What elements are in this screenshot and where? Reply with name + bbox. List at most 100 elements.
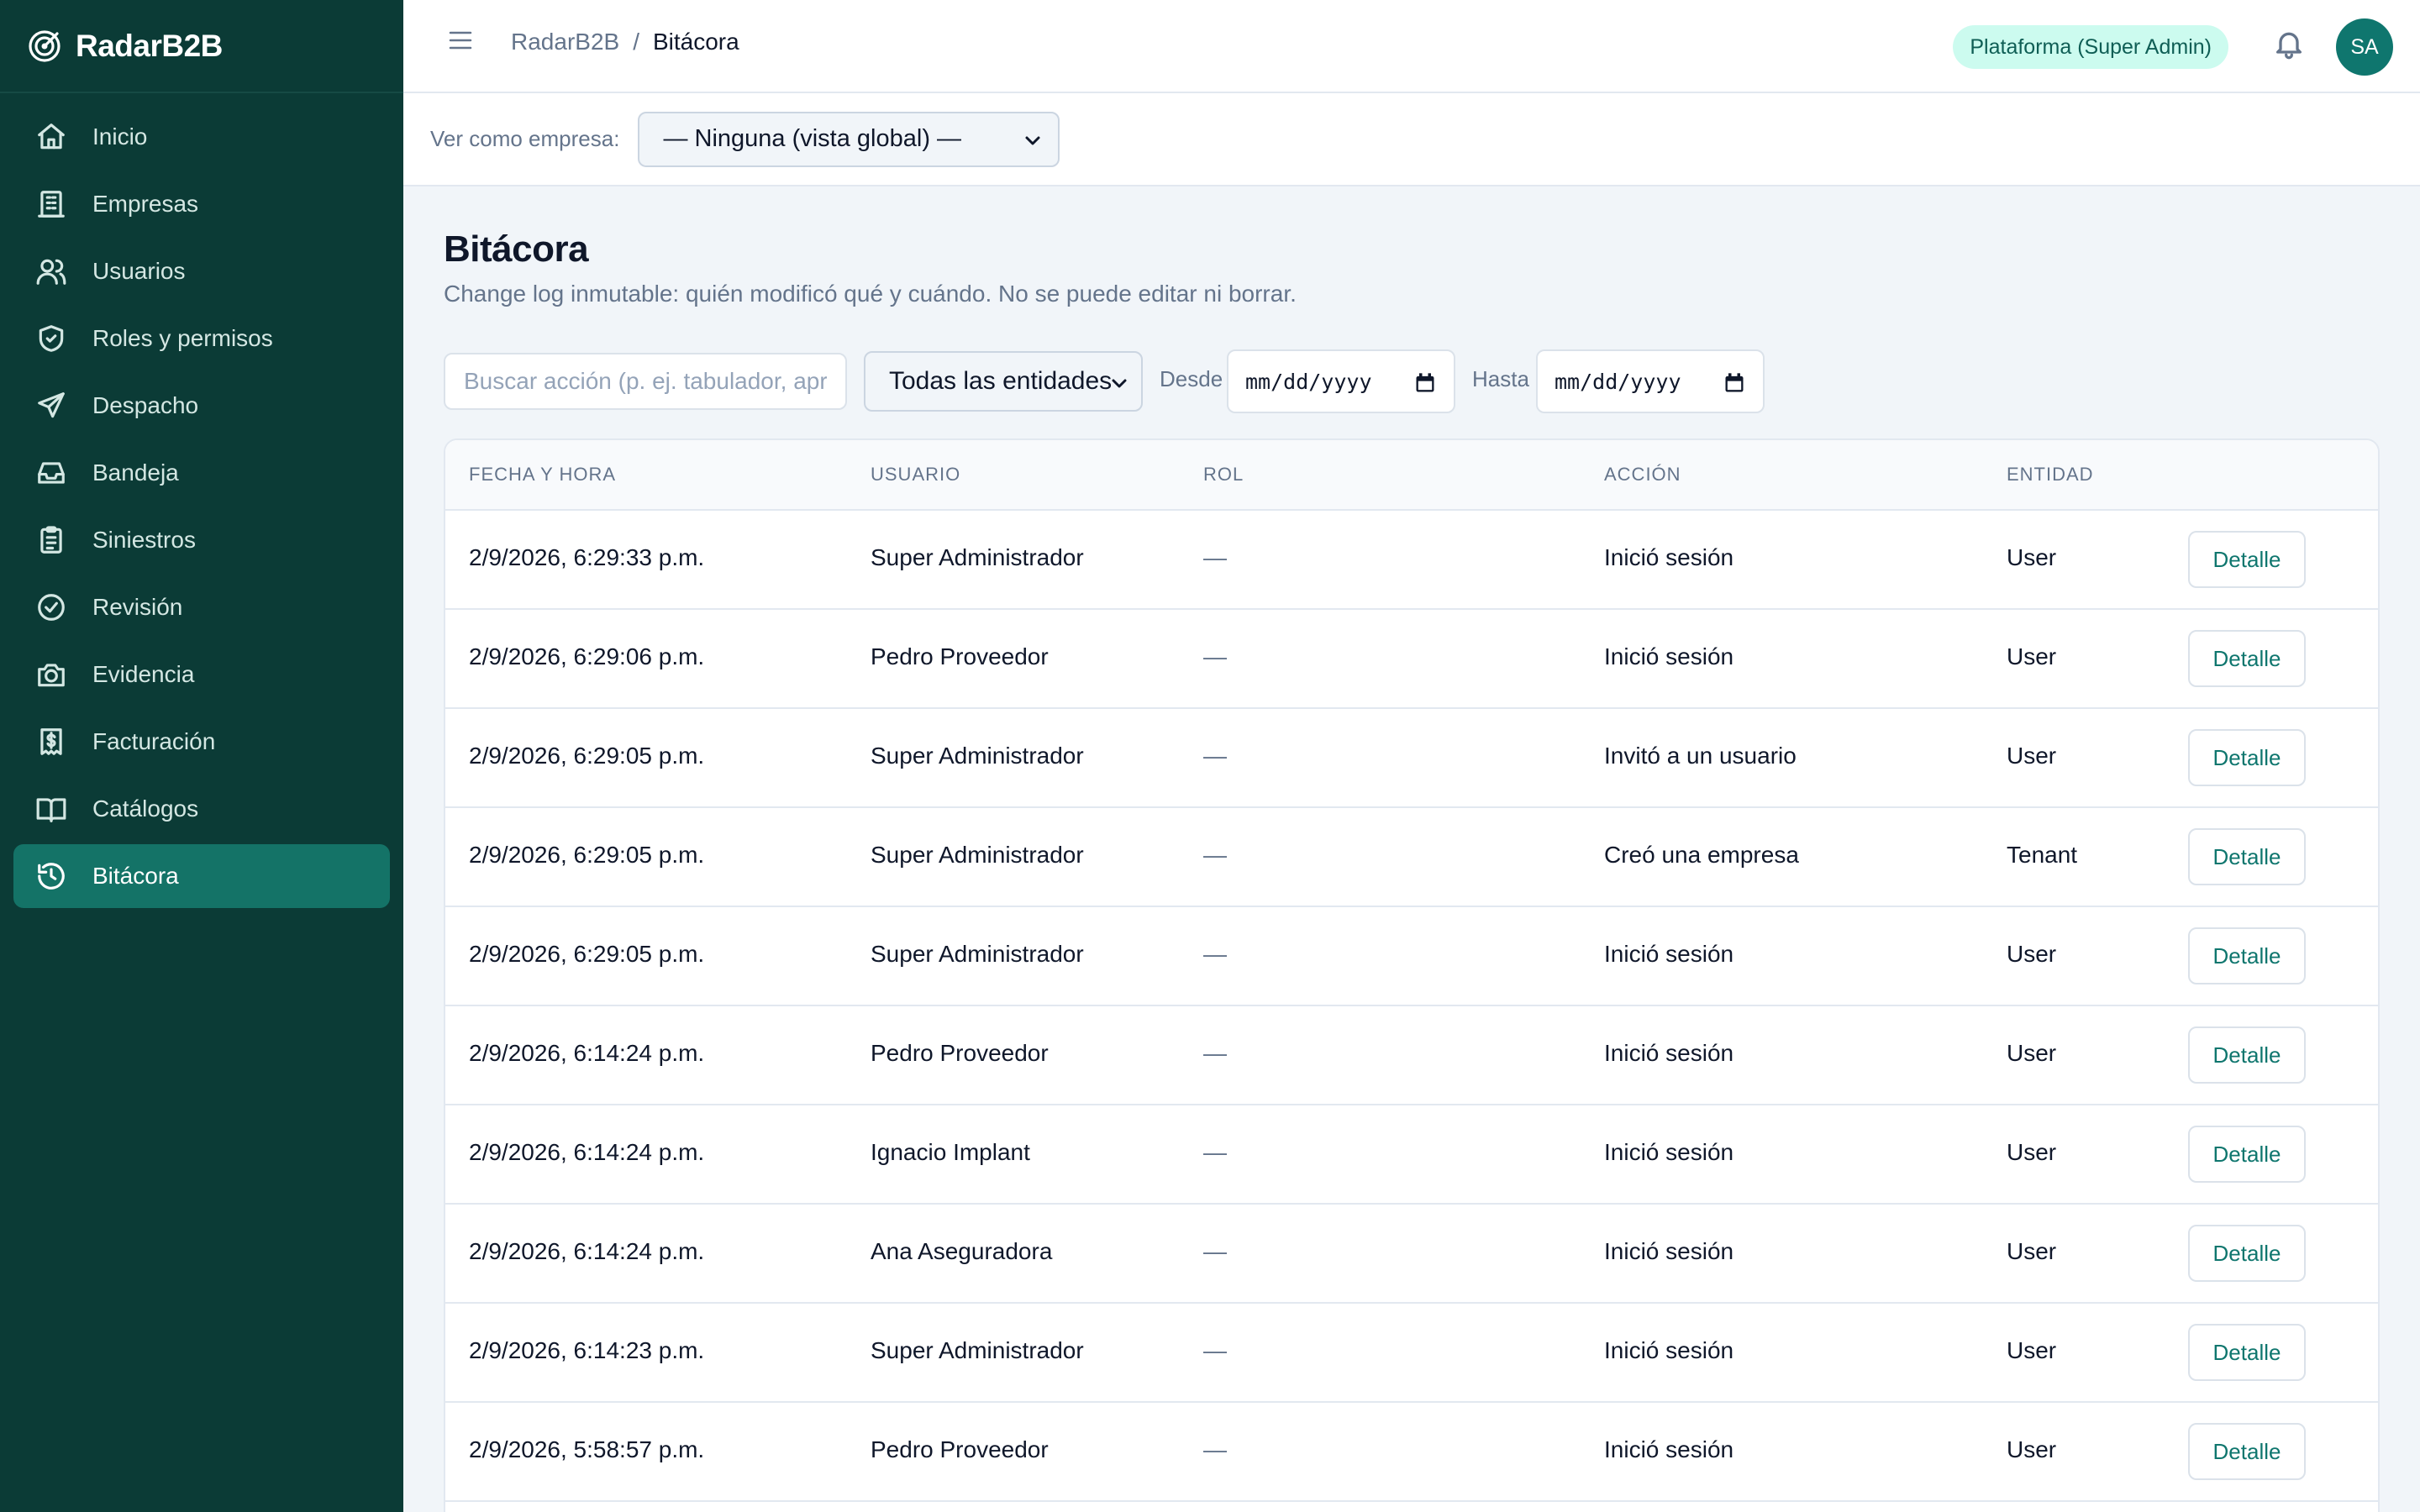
table-row: 2/9/2026, 6:29:05 p.m. Super Administrad… bbox=[445, 709, 2378, 808]
sidebar-item-label: Evidencia bbox=[92, 661, 195, 687]
sidebar-item-label: Revisión bbox=[92, 594, 183, 620]
cell-action: Inició sesión bbox=[1604, 1139, 1734, 1165]
cell-role: — bbox=[1203, 1337, 1227, 1363]
menu-toggle-button[interactable] bbox=[435, 15, 486, 66]
cell-action: Inició sesión bbox=[1604, 941, 1734, 967]
sidebar-item-label: Bandeja bbox=[92, 459, 179, 486]
chevron-down-icon bbox=[1025, 136, 1040, 144]
detail-button[interactable]: Detalle bbox=[2188, 531, 2306, 588]
detail-button[interactable]: Detalle bbox=[2188, 1423, 2306, 1480]
cell-user: Super Administrador bbox=[871, 842, 1084, 868]
cell-user: Pedro Proveedor bbox=[871, 1040, 1049, 1066]
sidebar-item-label: Catálogos bbox=[92, 795, 199, 822]
cell-action: Inició sesión bbox=[1604, 643, 1734, 669]
cell-entity: User bbox=[2007, 544, 2057, 570]
column-header-datetime[interactable]: FECHA Y HORA bbox=[469, 464, 616, 486]
calendar-icon[interactable] bbox=[1723, 371, 1746, 395]
entity-filter-value: Todas las entidades bbox=[889, 367, 1113, 395]
sidebar-item-label: Roles y permisos bbox=[92, 325, 273, 351]
sidebar-item-label: Facturación bbox=[92, 728, 216, 754]
cell-entity: User bbox=[2007, 1436, 2057, 1462]
cell-action: Creó una empresa bbox=[1604, 842, 1799, 868]
cell-entity: Tenant bbox=[2007, 842, 2078, 868]
filters-bar: Todas las entidades Desde mm/dd/yyyy Has… bbox=[444, 349, 1872, 413]
brand[interactable]: RadarB2B bbox=[0, 0, 403, 93]
cell-role: — bbox=[1203, 743, 1227, 769]
column-header-action[interactable]: ACCIÓN bbox=[1604, 464, 1681, 486]
cell-entity: User bbox=[2007, 1139, 2057, 1165]
cell-action: Inició sesión bbox=[1604, 1436, 1734, 1462]
sidebar-item-usuarios[interactable]: Usuarios bbox=[13, 239, 390, 303]
sidebar-item-facturacion[interactable]: Facturación bbox=[13, 710, 390, 774]
table-row: 2/9/2026, 6:14:24 p.m. Ignacio Implant —… bbox=[445, 1105, 2378, 1205]
cell-datetime: 2/9/2026, 6:29:06 p.m. bbox=[469, 643, 705, 669]
detail-button[interactable]: Detalle bbox=[2188, 927, 2306, 984]
detail-button[interactable]: Detalle bbox=[2188, 1126, 2306, 1183]
page-subtitle: Change log inmutable: quién modificó qué… bbox=[444, 281, 1297, 307]
cell-entity: User bbox=[2007, 743, 2057, 769]
cell-action: Inició sesión bbox=[1604, 1040, 1734, 1066]
company-select[interactable]: — Ninguna (vista global) — bbox=[638, 111, 1060, 167]
home-icon bbox=[35, 121, 67, 153]
notifications-button[interactable] bbox=[2272, 27, 2309, 64]
cell-datetime: 2/9/2026, 6:29:33 p.m. bbox=[469, 544, 705, 570]
company-select-label: Ver como empresa: bbox=[430, 126, 620, 151]
detail-button[interactable]: Detalle bbox=[2188, 630, 2306, 687]
sidebar-item-bandeja[interactable]: Bandeja bbox=[13, 441, 390, 505]
table-row: 2/9/2026, 5:58:57 p.m. Pedro Proveedor —… bbox=[445, 1403, 2378, 1502]
column-header-entity[interactable]: ENTIDAD bbox=[2007, 464, 2094, 486]
calendar-icon[interactable] bbox=[1413, 371, 1437, 395]
breadcrumb-root-link[interactable]: RadarB2B bbox=[511, 29, 619, 55]
table-row: 2/9/2026, 6:14:24 p.m. Pedro Proveedor —… bbox=[445, 1006, 2378, 1105]
cell-entity: User bbox=[2007, 941, 2057, 967]
detail-button[interactable]: Detalle bbox=[2188, 1324, 2306, 1381]
bell-icon bbox=[2276, 32, 2302, 60]
detail-button[interactable]: Detalle bbox=[2188, 729, 2306, 786]
camera-icon bbox=[35, 659, 67, 690]
cell-role: — bbox=[1203, 1238, 1227, 1264]
sidebar-item-roles[interactable]: Roles y permisos bbox=[13, 307, 390, 370]
from-date-label: Desde bbox=[1160, 366, 1223, 391]
column-header-user[interactable]: USUARIO bbox=[871, 464, 960, 486]
table-row: 2/9/2026, 6:29:33 p.m. Super Administrad… bbox=[445, 511, 2378, 610]
sidebar-item-despacho[interactable]: Despacho bbox=[13, 374, 390, 438]
cell-role: — bbox=[1203, 1040, 1227, 1066]
sidebar-item-revision[interactable]: Revisión bbox=[13, 575, 390, 639]
user-avatar[interactable]: SA bbox=[2336, 18, 2393, 76]
breadcrumb-current: Bitácora bbox=[652, 29, 739, 55]
chevron-down-icon bbox=[1112, 379, 1127, 388]
cell-datetime: 2/9/2026, 6:14:24 p.m. bbox=[469, 1139, 705, 1165]
sidebar-item-empresas[interactable]: Empresas bbox=[13, 172, 390, 236]
table-row: 2/9/2026, 6:29:05 p.m. Super Administrad… bbox=[445, 808, 2378, 907]
cell-user: Super Administrador bbox=[871, 544, 1084, 570]
users-icon bbox=[35, 255, 67, 287]
detail-button[interactable]: Detalle bbox=[2188, 1225, 2306, 1282]
book-open-icon bbox=[35, 793, 67, 825]
cell-role: — bbox=[1203, 643, 1227, 669]
sidebar-item-evidencia[interactable]: Evidencia bbox=[13, 643, 390, 706]
from-date-input[interactable]: mm/dd/yyyy bbox=[1227, 349, 1455, 413]
sidebar-item-siniestros[interactable]: Siniestros bbox=[13, 508, 390, 572]
table-header: FECHA Y HORA USUARIO ROL ACCIÓN ENTIDAD bbox=[445, 440, 2378, 511]
detail-button[interactable]: Detalle bbox=[2188, 1026, 2306, 1084]
detail-button[interactable]: Detalle bbox=[2188, 828, 2306, 885]
cell-user: Super Administrador bbox=[871, 941, 1084, 967]
app-name: RadarB2B bbox=[76, 28, 223, 63]
sidebar-item-catalogos[interactable]: Catálogos bbox=[13, 777, 390, 841]
sidebar-item-inicio[interactable]: Inicio bbox=[13, 105, 390, 169]
to-date-input[interactable]: mm/dd/yyyy bbox=[1536, 349, 1765, 413]
cell-action: Inició sesión bbox=[1604, 1238, 1734, 1264]
search-input[interactable] bbox=[444, 353, 847, 410]
sidebar-item-bitacora[interactable]: Bitácora bbox=[13, 844, 390, 908]
from-date-value: mm/dd/yyyy bbox=[1245, 369, 1372, 394]
cell-datetime: 2/9/2026, 6:29:05 p.m. bbox=[469, 842, 705, 868]
cell-action: Inició sesión bbox=[1604, 544, 1734, 570]
company-select-value: — Ninguna (vista global) — bbox=[663, 125, 962, 152]
send-icon bbox=[35, 390, 67, 422]
cell-datetime: 2/9/2026, 6:29:05 p.m. bbox=[469, 743, 705, 769]
column-header-role[interactable]: ROL bbox=[1203, 464, 1244, 486]
radar-logo-icon bbox=[29, 29, 60, 62]
role-badge: Plataforma (Super Admin) bbox=[1953, 25, 2228, 69]
history-icon bbox=[35, 860, 67, 892]
entity-filter-select[interactable]: Todas las entidades bbox=[864, 351, 1143, 412]
